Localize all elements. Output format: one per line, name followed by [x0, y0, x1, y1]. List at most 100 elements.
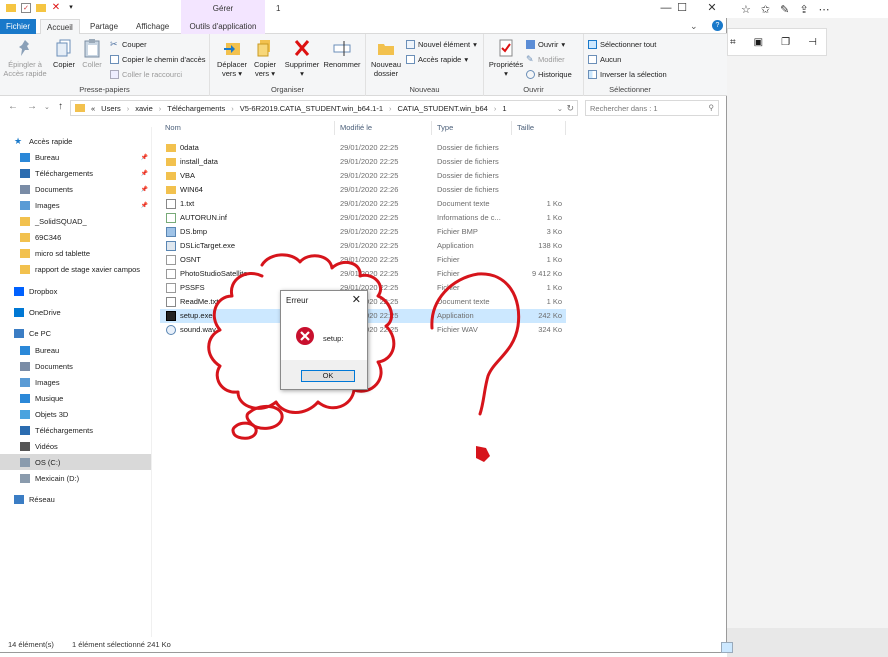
pen-icon[interactable]: ✎ — [780, 3, 789, 16]
nav-item[interactable]: Ce PC — [0, 325, 151, 341]
file-row[interactable]: DS.bmp 29/01/2020 22:25 Fichier BMP 3 Ko — [160, 225, 566, 239]
chevron-down-icon[interactable]: ⌄ — [44, 103, 50, 111]
nav-item[interactable]: OneDrive — [0, 304, 151, 320]
paste-button[interactable]: Coller — [80, 38, 104, 69]
copy-to-button[interactable]: Copier vers ▾ — [250, 38, 280, 78]
rename-button[interactable]: Renommer — [322, 38, 362, 69]
chevron-down-icon[interactable]: ⌄ — [557, 104, 563, 113]
back-arrow-icon[interactable]: ← — [8, 101, 18, 112]
nav-item[interactable]: Vidéos — [0, 438, 151, 454]
delete-icon[interactable]: ✕ — [51, 3, 61, 13]
nav-item[interactable]: OS (C:) — [0, 454, 151, 470]
column-header-name[interactable]: Nom — [160, 121, 335, 135]
file-row[interactable]: WIN64 29/01/2020 22:26 Dossier de fichiers — [160, 183, 566, 197]
file-row[interactable]: AUTORUN.inf 29/01/2020 22:25 Informations … — [160, 211, 566, 225]
nav-item[interactable]: Objets 3D — [0, 406, 151, 422]
nav-item[interactable]: _SolidSQUAD_ — [0, 213, 151, 229]
ok-button[interactable]: OK — [301, 370, 355, 382]
nav-item[interactable]: ★ Accès rapide — [0, 133, 151, 149]
file-row[interactable]: install_data 29/01/2020 22:25 Dossier de f… — [160, 155, 566, 169]
history-button[interactable]: Historique — [526, 70, 572, 79]
forward-arrow-icon[interactable]: → — [27, 101, 37, 112]
nav-item[interactable]: micro sd tablette — [0, 245, 151, 261]
nav-item-label: rapport de stage xavier campos — [35, 264, 141, 274]
select-none-button[interactable]: Aucun — [588, 55, 621, 64]
file-row[interactable]: 1.txt 29/01/2020 22:25 Document texte 1 Ko — [160, 197, 566, 211]
breadcrumb-catia-student[interactable]: CATIA_STUDENT.win_b64 — [398, 104, 488, 113]
nav-item[interactable]: Musique — [0, 390, 151, 406]
properties-icon[interactable]: ✓ — [21, 3, 31, 13]
chevron-down-icon[interactable]: ⌄ — [690, 21, 698, 32]
save-icon[interactable]: ▣ — [754, 37, 763, 48]
tab-partage[interactable]: Partage — [84, 19, 124, 34]
edit-button[interactable]: ✎ Modifier — [526, 55, 565, 65]
star-icon[interactable]: ☆ — [741, 3, 751, 16]
paste-shortcut-button[interactable]: Coller le raccourci — [110, 70, 182, 79]
nav-item[interactable]: Réseau — [0, 491, 151, 507]
nav-item[interactable]: Bureau 📌 — [0, 149, 151, 165]
refresh-icon[interactable]: ↻ — [566, 103, 574, 114]
folder-icon[interactable] — [6, 4, 16, 12]
breadcrumb-telechargements[interactable]: Téléchargements — [167, 104, 225, 113]
properties-button[interactable]: Propriétés ▾ — [486, 38, 526, 78]
help-icon[interactable]: ? — [712, 20, 723, 31]
easy-access-button[interactable]: Accès rapide ▾ — [406, 55, 468, 64]
nav-item[interactable]: Dropbox — [0, 283, 151, 299]
copy-button[interactable]: Copier — [50, 38, 78, 69]
nav-item[interactable]: Documents — [0, 358, 151, 374]
column-header-type[interactable]: Type — [432, 121, 512, 135]
delete-button[interactable]: Supprimer ▾ — [284, 38, 320, 78]
breadcrumb-current[interactable]: 1 — [502, 104, 506, 113]
file-row[interactable]: DSLicTarget.exe 29/01/2020 22:25 Applicati… — [160, 239, 566, 253]
cut-button[interactable]: ✂ Couper — [110, 40, 147, 50]
favorites-icon[interactable]: ✩ — [761, 3, 770, 16]
pin-quick-access-button[interactable]: Épingler à Accès rapide — [2, 38, 48, 78]
breadcrumb-catia-archive[interactable]: V5-6R2019.CATIA_STUDENT.win_b64.1-1 — [240, 104, 383, 113]
copy-path-button[interactable]: Copier le chemin d'accès — [110, 55, 206, 64]
file-row[interactable]: VBA 29/01/2020 22:25 Dossier de fichiers — [160, 169, 566, 183]
breadcrumb-xavie[interactable]: xavie — [135, 104, 153, 113]
column-header-size[interactable]: Taille — [512, 121, 566, 135]
nav-item[interactable]: Documents 📌 — [0, 181, 151, 197]
up-arrow-icon[interactable]: ↑ — [58, 101, 63, 112]
file-row[interactable]: PhotoStudioSatellite 29/01/2020 22:25 Fich… — [160, 267, 566, 281]
file-row[interactable]: 0data 29/01/2020 22:25 Dossier de fichiers — [160, 141, 566, 155]
move-to-button[interactable]: Déplacer vers ▾ — [214, 38, 250, 78]
nav-item[interactable]: 69C346 — [0, 229, 151, 245]
invert-selection-button[interactable]: Inverser la sélection — [588, 70, 667, 79]
new-folder-icon[interactable] — [36, 4, 46, 12]
nav-item[interactable]: Images 📌 — [0, 197, 151, 213]
tab-outils-application[interactable]: Outils d'application — [181, 19, 265, 34]
nav-item[interactable]: Bureau — [0, 342, 151, 358]
tab-affichage[interactable]: Affichage — [130, 19, 175, 34]
copy-icon[interactable]: ❐ — [781, 37, 790, 48]
new-folder-button[interactable]: Nouveau dossier — [368, 38, 404, 78]
select-all-button[interactable]: Sélectionner tout — [588, 40, 656, 49]
tab-accueil[interactable]: Accueil — [40, 19, 80, 35]
nav-item[interactable]: rapport de stage xavier campos — [0, 261, 151, 277]
chevron-down-icon[interactable]: ▾ — [66, 3, 76, 13]
dialog-close-button[interactable]: ✕ — [352, 293, 361, 306]
more-icon[interactable]: ⋯ — [819, 3, 830, 16]
history-icon — [526, 70, 535, 79]
maximize-button[interactable]: ☐ — [668, 0, 696, 18]
file-row[interactable]: OSNT 29/01/2020 22:25 Fichier 1 Ko — [160, 253, 566, 267]
new-item-button[interactable]: Nouvel élément ▾ — [406, 40, 477, 49]
crop-icon[interactable]: ⌗ — [730, 37, 736, 48]
close-button[interactable]: ✕ — [698, 0, 726, 18]
column-header-date[interactable]: Modifié le — [335, 121, 432, 135]
search-input[interactable]: Rechercher dans : 1 ⚲ — [585, 100, 719, 116]
nav-item-label: Images — [35, 377, 60, 387]
share-icon[interactable]: ⇪ — [799, 3, 808, 16]
pin-icon[interactable]: ⊣ — [808, 37, 817, 48]
nav-item[interactable]: Téléchargements — [0, 422, 151, 438]
breadcrumb[interactable]: « Users › xavie › Téléchargements › V5-6R20… — [70, 100, 578, 116]
nav-item[interactable]: Images — [0, 374, 151, 390]
breadcrumb-users[interactable]: Users — [101, 104, 121, 113]
large-icons-view-icon[interactable] — [721, 642, 733, 653]
nav-item[interactable]: Téléchargements 📌 — [0, 165, 151, 181]
breadcrumb-overflow[interactable]: « — [91, 104, 95, 113]
nav-item[interactable]: Mexicain (D:) — [0, 470, 151, 486]
open-button[interactable]: Ouvrir ▾ — [526, 40, 565, 49]
tab-fichier[interactable]: Fichier — [0, 19, 36, 34]
